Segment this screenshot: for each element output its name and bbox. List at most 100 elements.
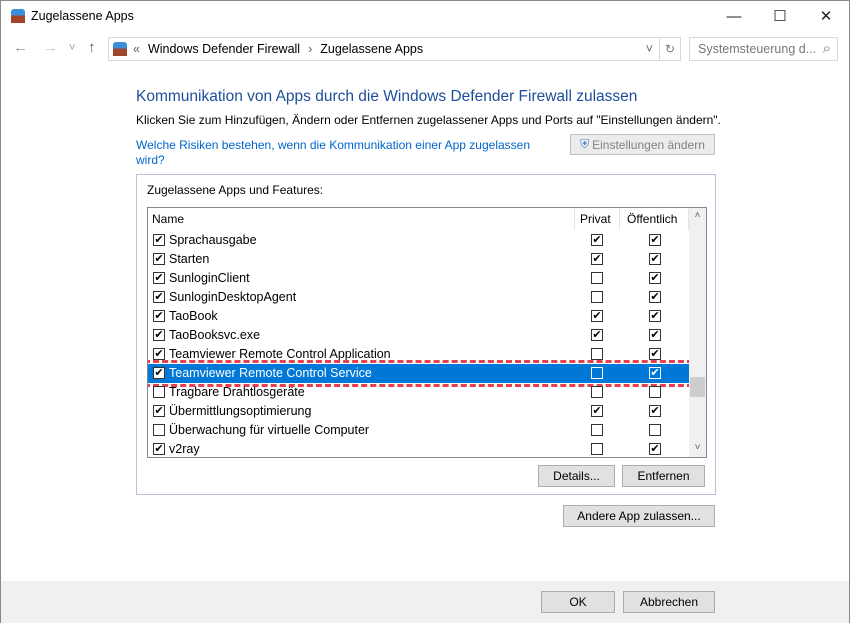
change-settings-button[interactable]: ⛨ Einstellungen ändern: [570, 134, 715, 155]
recent-locations-button[interactable]: ˅: [69, 42, 75, 54]
private-checkbox[interactable]: ✔: [591, 405, 603, 417]
list-item[interactable]: ✔ Starten ✔ ✔: [148, 250, 689, 269]
list-item[interactable]: ✔ Teamviewer Remote Control Service ✔: [148, 360, 693, 387]
enabled-checkbox[interactable]: ✔: [153, 348, 165, 360]
column-public[interactable]: Öffentlich: [627, 212, 677, 226]
app-name: Sprachausgabe: [169, 233, 257, 247]
app-name: Teamviewer Remote Control Service: [169, 366, 372, 380]
scrollbar-thumb[interactable]: [690, 377, 705, 397]
scrollbar[interactable]: ˄ ˅: [689, 208, 706, 457]
list-item[interactable]: ✔ SunloginDesktopAgent ✔: [148, 288, 689, 307]
column-private[interactable]: Privat: [580, 212, 611, 226]
enabled-checkbox[interactable]: ✔: [153, 405, 165, 417]
app-name: TaoBooksvc.exe: [169, 328, 261, 342]
public-checkbox[interactable]: [649, 424, 661, 436]
app-name: v2ray: [169, 442, 200, 456]
app-name: SunloginClient: [169, 271, 250, 285]
public-checkbox[interactable]: [649, 386, 661, 398]
app-name: Überwachung für virtuelle Computer: [169, 423, 370, 437]
list-item[interactable]: ✔ Übermittlungsoptimierung ✔ ✔: [148, 402, 689, 421]
apps-list[interactable]: Name Privat Öffentlich ✔ Sprachausgabe ✔ ✔ ✔…: [147, 207, 707, 458]
list-item[interactable]: ✔ v2ray ✔: [148, 440, 689, 457]
back-button[interactable]: ←: [13, 39, 28, 56]
breadcrumb-windows-defender-firewall[interactable]: Windows Defender Firewall: [148, 42, 300, 56]
list-item[interactable]: Tragbare Drahtlosgeräte: [148, 383, 689, 402]
footer: [1, 581, 849, 623]
private-checkbox[interactable]: [591, 367, 603, 379]
search-placeholder: Systemsteuerung d...: [698, 42, 817, 56]
private-checkbox[interactable]: [591, 272, 603, 284]
public-checkbox[interactable]: ✔: [649, 253, 661, 265]
breadcrumb-zugelassene-apps[interactable]: Zugelassene Apps: [320, 42, 423, 56]
list-item[interactable]: ✔ TaoBooksvc.exe ✔ ✔: [148, 326, 689, 345]
enabled-checkbox[interactable]: [153, 424, 165, 436]
public-checkbox[interactable]: ✔: [649, 310, 661, 322]
maximize-button[interactable]: ☐: [757, 1, 803, 31]
firewall-icon: [113, 42, 127, 56]
scroll-down-icon[interactable]: ˅: [689, 442, 706, 453]
shield-icon: ⛨: [580, 137, 590, 151]
public-checkbox[interactable]: ✔: [649, 405, 661, 417]
firewall-icon: [11, 9, 25, 23]
details-button[interactable]: Details...: [538, 465, 615, 487]
private-checkbox[interactable]: ✔: [591, 234, 603, 246]
enabled-checkbox[interactable]: ✔: [153, 443, 165, 455]
close-button[interactable]: ✕: [803, 1, 849, 31]
up-button[interactable]: ↑: [88, 39, 96, 56]
enabled-checkbox[interactable]: ✔: [153, 272, 165, 284]
private-checkbox[interactable]: ✔: [591, 253, 603, 265]
breadcrumb-separator: ›: [308, 42, 313, 56]
search-input[interactable]: Systemsteuerung d... ⌕: [689, 37, 838, 61]
enabled-checkbox[interactable]: ✔: [153, 367, 165, 379]
private-checkbox[interactable]: [591, 443, 603, 455]
public-checkbox[interactable]: ✔: [649, 443, 661, 455]
title-bar: Zugelassene Apps — ☐ ✕: [1, 1, 849, 33]
public-checkbox[interactable]: ✔: [649, 329, 661, 341]
enabled-checkbox[interactable]: [153, 386, 165, 398]
private-checkbox[interactable]: ✔: [591, 329, 603, 341]
private-checkbox[interactable]: [591, 386, 603, 398]
address-dropdown-icon[interactable]: ˅: [646, 42, 653, 56]
list-item[interactable]: ✔ Sprachausgabe ✔ ✔: [148, 231, 689, 250]
enabled-checkbox[interactable]: ✔: [153, 291, 165, 303]
window-title: Zugelassene Apps: [31, 9, 134, 23]
search-icon: ⌕: [822, 40, 831, 57]
enabled-checkbox[interactable]: ✔: [153, 329, 165, 341]
public-checkbox[interactable]: ✔: [649, 234, 661, 246]
scroll-up-icon[interactable]: ˄: [689, 210, 706, 221]
minimize-button[interactable]: —: [711, 1, 757, 31]
allow-other-app-button[interactable]: Andere App zulassen...: [563, 505, 715, 527]
list-item[interactable]: ✔ TaoBook ✔ ✔: [148, 307, 689, 326]
private-checkbox[interactable]: [591, 424, 603, 436]
column-name[interactable]: Name: [152, 212, 184, 226]
remove-button[interactable]: Entfernen: [622, 465, 705, 487]
list-item[interactable]: Überwachung für virtuelle Computer: [148, 421, 689, 440]
app-name: Starten: [169, 252, 210, 266]
public-checkbox[interactable]: ✔: [649, 272, 661, 284]
group-label: Zugelassene Apps und Features:: [147, 183, 324, 197]
ok-button[interactable]: OK: [541, 591, 615, 613]
refresh-button[interactable]: ↻: [659, 37, 681, 61]
breadcrumb-overflow[interactable]: «: [133, 42, 140, 56]
app-name: Teamviewer Remote Control Application: [169, 347, 391, 361]
address-bar[interactable]: « Windows Defender Firewall › Zugelassen…: [108, 37, 660, 61]
change-settings-label: Einstellungen ändern: [592, 137, 705, 152]
page-title: Kommunikation von Apps durch die Windows…: [136, 88, 638, 105]
risks-link[interactable]: Welche Risiken bestehen, wenn die Kommun…: [136, 138, 536, 168]
app-name: Übermittlungsoptimierung: [169, 404, 312, 418]
list-item[interactable]: ✔ Teamviewer Remote Control Application ✔: [148, 345, 689, 364]
enabled-checkbox[interactable]: ✔: [153, 310, 165, 322]
enabled-checkbox[interactable]: ✔: [153, 253, 165, 265]
instructions-text: Klicken Sie zum Hinzufügen, Ändern oder …: [136, 113, 721, 127]
enabled-checkbox[interactable]: ✔: [153, 234, 165, 246]
private-checkbox[interactable]: [591, 348, 603, 360]
list-header: Name Privat Öffentlich: [148, 208, 689, 230]
cancel-button[interactable]: Abbrechen: [623, 591, 715, 613]
public-checkbox[interactable]: ✔: [649, 367, 661, 379]
private-checkbox[interactable]: ✔: [591, 310, 603, 322]
private-checkbox[interactable]: [591, 291, 603, 303]
public-checkbox[interactable]: ✔: [649, 291, 661, 303]
forward-button[interactable]: →: [43, 39, 58, 56]
list-item[interactable]: ✔ SunloginClient ✔: [148, 269, 689, 288]
public-checkbox[interactable]: ✔: [649, 348, 661, 360]
